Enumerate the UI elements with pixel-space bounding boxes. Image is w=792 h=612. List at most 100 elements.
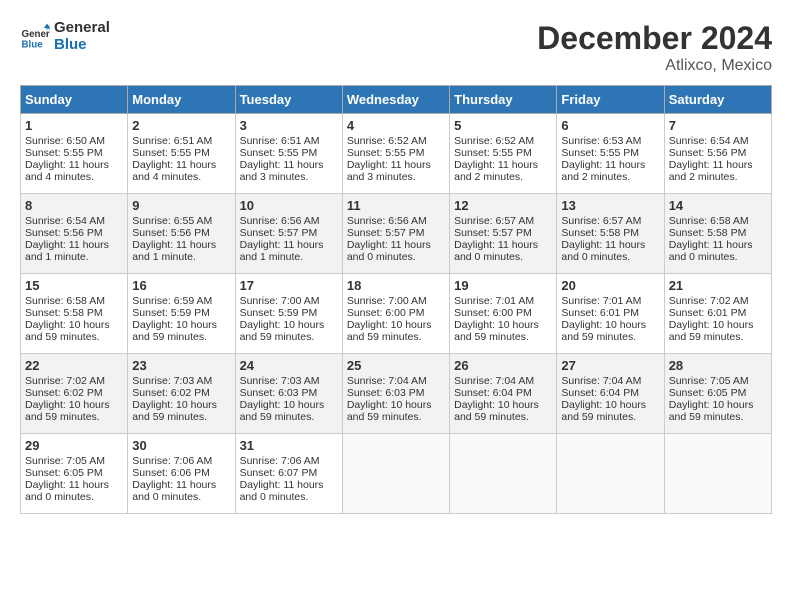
calendar-cell xyxy=(450,434,557,514)
day-number: 2 xyxy=(132,118,230,133)
day-info-line: Sunrise: 7:04 AM xyxy=(561,375,659,387)
day-info-line: and 59 minutes. xyxy=(132,331,230,343)
day-info-line: Sunset: 6:05 PM xyxy=(25,467,123,479)
day-info-line: Daylight: 10 hours xyxy=(240,319,338,331)
day-info-line: and 59 minutes. xyxy=(561,331,659,343)
day-info-line: Daylight: 11 hours xyxy=(561,159,659,171)
day-info-line: Daylight: 11 hours xyxy=(347,239,445,251)
day-info-line: Sunrise: 6:54 AM xyxy=(25,215,123,227)
day-info-line: Daylight: 11 hours xyxy=(669,239,767,251)
calendar-cell: 18Sunrise: 7:00 AMSunset: 6:00 PMDayligh… xyxy=(342,274,449,354)
day-info-line: and 3 minutes. xyxy=(347,171,445,183)
day-info-line: and 1 minute. xyxy=(240,251,338,263)
day-info-line: Daylight: 10 hours xyxy=(561,319,659,331)
calendar-cell: 31Sunrise: 7:06 AMSunset: 6:07 PMDayligh… xyxy=(235,434,342,514)
day-info-line: Sunset: 6:04 PM xyxy=(561,387,659,399)
day-info-line: Sunrise: 6:58 AM xyxy=(669,215,767,227)
day-info-line: Sunrise: 6:53 AM xyxy=(561,135,659,147)
day-info-line: and 59 minutes. xyxy=(240,411,338,423)
day-number: 3 xyxy=(240,118,338,133)
day-number: 28 xyxy=(669,358,767,373)
day-info-line: Sunset: 6:00 PM xyxy=(454,307,552,319)
day-info-line: Sunset: 6:07 PM xyxy=(240,467,338,479)
day-info-line: Daylight: 11 hours xyxy=(132,159,230,171)
calendar-cell xyxy=(664,434,771,514)
day-number: 24 xyxy=(240,358,338,373)
day-info-line: Sunrise: 6:58 AM xyxy=(25,295,123,307)
day-info-line: Sunset: 5:55 PM xyxy=(25,147,123,159)
day-info-line: Daylight: 10 hours xyxy=(454,399,552,411)
day-info-line: and 59 minutes. xyxy=(669,411,767,423)
day-number: 18 xyxy=(347,278,445,293)
calendar-cell: 29Sunrise: 7:05 AMSunset: 6:05 PMDayligh… xyxy=(21,434,128,514)
day-number: 19 xyxy=(454,278,552,293)
calendar-cell: 22Sunrise: 7:02 AMSunset: 6:02 PMDayligh… xyxy=(21,354,128,434)
calendar-cell: 14Sunrise: 6:58 AMSunset: 5:58 PMDayligh… xyxy=(664,194,771,274)
day-info-line: Sunrise: 7:06 AM xyxy=(240,455,338,467)
day-number: 12 xyxy=(454,198,552,213)
day-info-line: Daylight: 11 hours xyxy=(132,239,230,251)
weekday-header-tuesday: Tuesday xyxy=(235,86,342,114)
day-info-line: Sunrise: 7:01 AM xyxy=(454,295,552,307)
day-info-line: and 59 minutes. xyxy=(132,411,230,423)
day-number: 30 xyxy=(132,438,230,453)
day-info-line: Sunset: 5:55 PM xyxy=(240,147,338,159)
day-number: 29 xyxy=(25,438,123,453)
logo: General Blue General Blue xyxy=(20,20,110,53)
day-info-line: Sunrise: 6:55 AM xyxy=(132,215,230,227)
day-info-line: and 2 minutes. xyxy=(561,171,659,183)
day-number: 22 xyxy=(25,358,123,373)
svg-text:General: General xyxy=(22,29,51,40)
day-info-line: Sunset: 5:58 PM xyxy=(561,227,659,239)
day-info-line: and 0 minutes. xyxy=(561,251,659,263)
calendar-week-3: 15Sunrise: 6:58 AMSunset: 5:58 PMDayligh… xyxy=(21,274,772,354)
svg-text:Blue: Blue xyxy=(22,39,44,50)
day-info-line: and 59 minutes. xyxy=(25,331,123,343)
calendar-cell: 9Sunrise: 6:55 AMSunset: 5:56 PMDaylight… xyxy=(128,194,235,274)
day-info-line: Sunset: 6:06 PM xyxy=(132,467,230,479)
day-info-line: and 59 minutes. xyxy=(454,331,552,343)
day-info-line: Daylight: 10 hours xyxy=(25,319,123,331)
calendar-cell: 15Sunrise: 6:58 AMSunset: 5:58 PMDayligh… xyxy=(21,274,128,354)
day-number: 23 xyxy=(132,358,230,373)
day-number: 20 xyxy=(561,278,659,293)
day-info-line: Sunset: 5:57 PM xyxy=(347,227,445,239)
day-info-line: Sunset: 6:03 PM xyxy=(347,387,445,399)
day-number: 6 xyxy=(561,118,659,133)
logo-icon: General Blue xyxy=(20,22,50,52)
day-number: 25 xyxy=(347,358,445,373)
day-number: 21 xyxy=(669,278,767,293)
day-number: 27 xyxy=(561,358,659,373)
calendar-cell: 19Sunrise: 7:01 AMSunset: 6:00 PMDayligh… xyxy=(450,274,557,354)
day-info-line: Daylight: 10 hours xyxy=(347,319,445,331)
calendar-cell: 13Sunrise: 6:57 AMSunset: 5:58 PMDayligh… xyxy=(557,194,664,274)
day-info-line: and 59 minutes. xyxy=(347,331,445,343)
day-info-line: Sunset: 5:57 PM xyxy=(240,227,338,239)
calendar-cell: 20Sunrise: 7:01 AMSunset: 6:01 PMDayligh… xyxy=(557,274,664,354)
day-info-line: and 0 minutes. xyxy=(669,251,767,263)
day-info-line: Sunset: 6:00 PM xyxy=(347,307,445,319)
day-info-line: Sunset: 6:03 PM xyxy=(240,387,338,399)
day-info-line: Sunrise: 6:57 AM xyxy=(561,215,659,227)
day-info-line: Sunset: 6:02 PM xyxy=(25,387,123,399)
calendar-week-4: 22Sunrise: 7:02 AMSunset: 6:02 PMDayligh… xyxy=(21,354,772,434)
day-info-line: and 59 minutes. xyxy=(561,411,659,423)
day-info-line: Sunrise: 6:50 AM xyxy=(25,135,123,147)
day-info-line: Sunset: 5:57 PM xyxy=(454,227,552,239)
calendar-cell: 6Sunrise: 6:53 AMSunset: 5:55 PMDaylight… xyxy=(557,114,664,194)
day-info-line: and 0 minutes. xyxy=(240,491,338,503)
day-info-line: Sunrise: 6:57 AM xyxy=(454,215,552,227)
day-info-line: Sunrise: 6:52 AM xyxy=(454,135,552,147)
day-info-line: Daylight: 11 hours xyxy=(454,239,552,251)
day-info-line: Sunrise: 6:56 AM xyxy=(347,215,445,227)
calendar-cell: 28Sunrise: 7:05 AMSunset: 6:05 PMDayligh… xyxy=(664,354,771,434)
calendar-cell: 1Sunrise: 6:50 AMSunset: 5:55 PMDaylight… xyxy=(21,114,128,194)
day-info-line: Daylight: 10 hours xyxy=(132,399,230,411)
day-info-line: Daylight: 11 hours xyxy=(669,159,767,171)
day-info-line: Daylight: 10 hours xyxy=(240,399,338,411)
day-info-line: and 0 minutes. xyxy=(454,251,552,263)
day-info-line: Daylight: 10 hours xyxy=(25,399,123,411)
day-info-line: and 1 minute. xyxy=(132,251,230,263)
day-info-line: Daylight: 11 hours xyxy=(240,159,338,171)
logo-general: General xyxy=(54,20,110,37)
